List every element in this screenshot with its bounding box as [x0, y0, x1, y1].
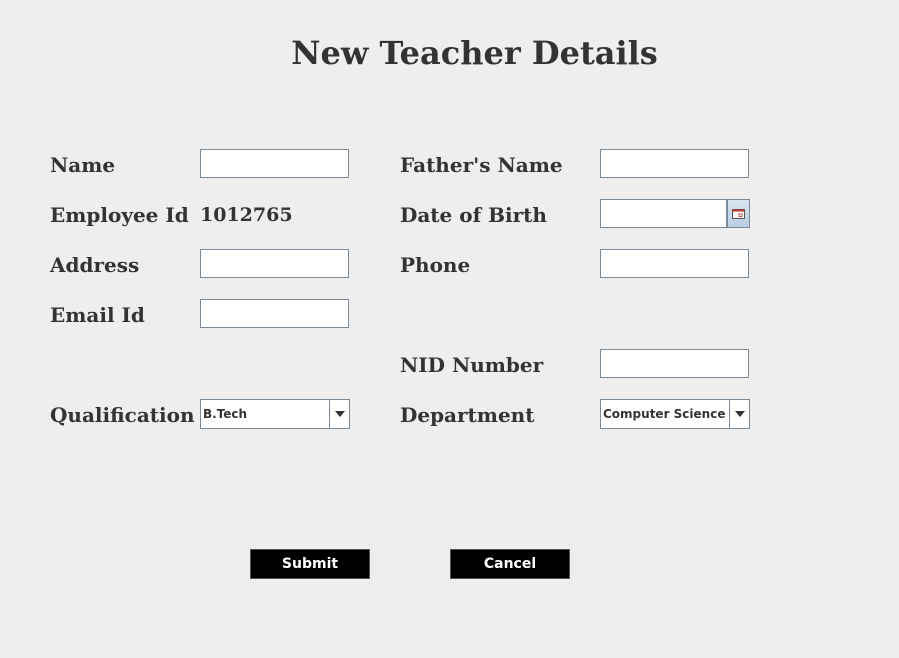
name-field[interactable]: [200, 149, 349, 178]
qualification-dropdown[interactable]: B.Tech: [200, 399, 350, 429]
nid-number-field[interactable]: [600, 349, 749, 378]
fathers-name-label: Father's Name: [400, 153, 563, 177]
department-selected: Computer Science: [601, 400, 730, 428]
name-label: Name: [50, 153, 116, 177]
page-title: New Teacher Details: [291, 34, 658, 72]
email-id-label: Email Id: [50, 303, 145, 327]
employee-id-label: Employee Id: [50, 203, 189, 227]
phone-label: Phone: [400, 253, 471, 277]
fathers-name-field[interactable]: [600, 149, 749, 178]
submit-button[interactable]: Submit: [250, 549, 370, 579]
department-dropdown[interactable]: Computer Science: [600, 399, 750, 429]
cancel-button[interactable]: Cancel: [450, 549, 570, 579]
phone-field[interactable]: [600, 249, 749, 278]
email-id-field[interactable]: [200, 299, 349, 328]
calendar-icon[interactable]: [727, 199, 750, 228]
address-field[interactable]: [200, 249, 349, 278]
date-of-birth-field[interactable]: [600, 199, 727, 228]
address-label: Address: [50, 253, 140, 277]
employee-id-value: 1012765: [200, 204, 293, 226]
qualification-selected: B.Tech: [201, 400, 330, 428]
department-label: Department: [400, 403, 535, 427]
date-of-birth-label: Date of Birth: [400, 203, 547, 227]
chevron-down-icon[interactable]: [730, 400, 749, 428]
nid-number-label: NID Number: [400, 353, 544, 377]
qualification-label: Qualification: [50, 403, 195, 427]
chevron-down-icon[interactable]: [330, 400, 349, 428]
